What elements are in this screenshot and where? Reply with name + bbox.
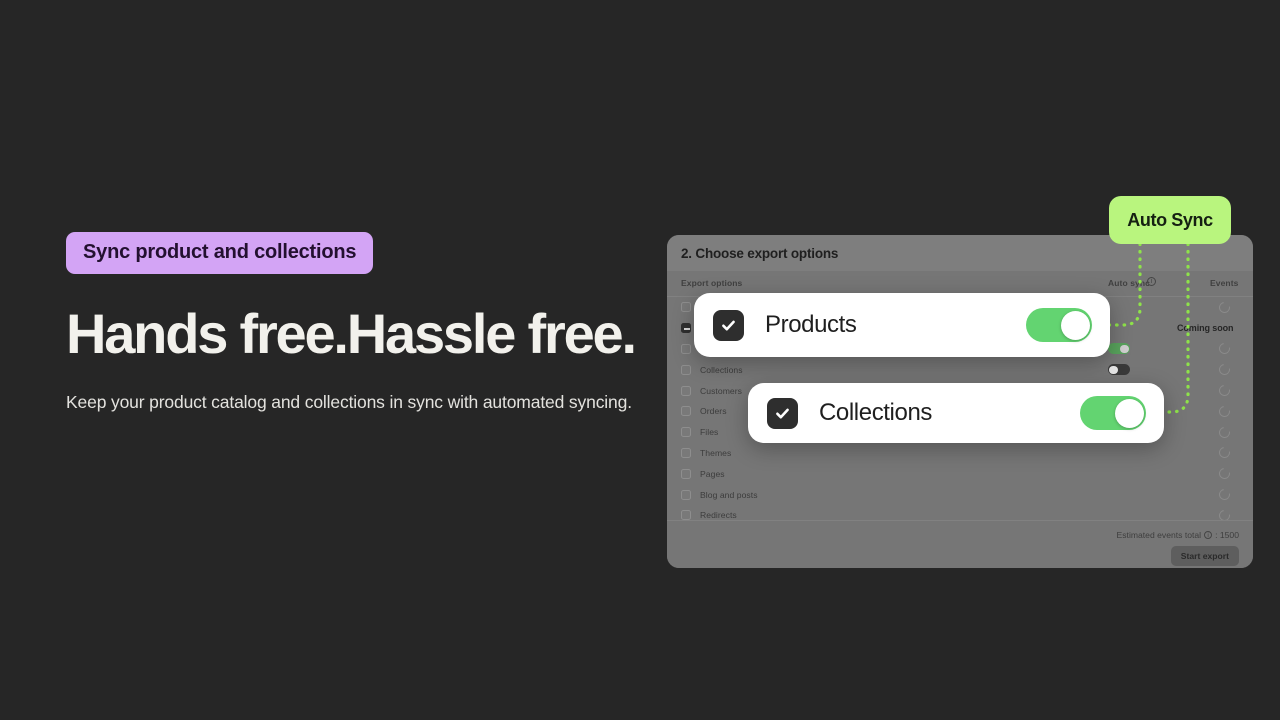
export-option-checkbox[interactable]: [681, 510, 691, 521]
check-icon: [722, 320, 735, 330]
products-card-label: Products: [765, 311, 857, 338]
export-option-checkbox[interactable]: [681, 364, 691, 375]
export-option-checkbox[interactable]: [681, 468, 691, 479]
events-spinner-icon: [1216, 403, 1233, 420]
events-spinner-icon: [1216, 466, 1233, 482]
products-auto-sync-toggle[interactable]: [1026, 308, 1092, 342]
auto-sync-badge: Auto Sync: [1109, 196, 1231, 244]
start-export-button[interactable]: Start export: [1170, 546, 1239, 566]
column-header-events: Events: [1210, 278, 1239, 288]
info-icon-estimated[interactable]: i: [1204, 531, 1213, 539]
toggle-knob: [1120, 344, 1129, 354]
export-option-checkbox[interactable]: [681, 385, 691, 396]
export-option-label: Themes: [700, 447, 732, 458]
export-option-checkbox[interactable]: [681, 323, 691, 334]
coming-soon-label: Coming soon: [1177, 323, 1234, 334]
collections-auto-sync-toggle[interactable]: [1080, 396, 1146, 430]
export-option-row[interactable]: Themes: [667, 443, 1253, 464]
export-option-checkbox[interactable]: [681, 489, 691, 500]
export-option-label: Blog and posts: [700, 489, 758, 500]
column-header-auto-sync: Auto sync: [1108, 278, 1150, 288]
events-spinner-icon: [1216, 362, 1233, 378]
export-option-label: Customers: [700, 385, 742, 396]
export-option-row[interactable]: Pages: [667, 463, 1253, 484]
export-option-checkbox[interactable]: [681, 302, 691, 313]
collections-checkbox[interactable]: [767, 397, 798, 429]
export-option-checkbox[interactable]: [681, 343, 691, 354]
toggle-knob: [1114, 398, 1144, 428]
events-spinner-icon: [1216, 486, 1233, 503]
export-option-label: Collections: [700, 364, 743, 375]
events-spinner-icon: [1216, 445, 1233, 461]
export-option-checkbox[interactable]: [681, 427, 691, 438]
check-icon: [776, 408, 789, 418]
products-checkbox[interactable]: [713, 309, 744, 341]
panel-footer: Estimated events total i : 1500 Start ex…: [667, 520, 1253, 568]
toggle-knob: [1060, 310, 1090, 340]
export-option-auto-sync-toggle[interactable]: [1108, 343, 1130, 355]
page-title: Hands free.Hassle free.: [66, 302, 637, 365]
eyebrow-badge: Sync product and collections: [66, 232, 374, 274]
export-option-label: Redirects: [700, 510, 737, 521]
collections-card[interactable]: Collections: [748, 383, 1164, 443]
export-option-label: Orders: [700, 406, 727, 417]
hero-subhead: Keep your product catalog and collection…: [66, 392, 632, 413]
estimated-events-label: Estimated events total: [1116, 530, 1202, 540]
events-spinner-icon: [1216, 299, 1233, 316]
export-option-label: Files: [700, 427, 719, 438]
events-spinner-icon: [1216, 382, 1233, 399]
export-option-checkbox[interactable]: [681, 406, 691, 417]
panel-title: 2. Choose export options: [681, 245, 839, 261]
export-option-auto-sync-toggle[interactable]: [1108, 364, 1130, 376]
export-option-row[interactable]: Collections: [667, 359, 1253, 380]
export-option-checkbox[interactable]: [681, 447, 691, 458]
export-option-row[interactable]: Blog and posts: [667, 484, 1253, 505]
hero-copy: Sync product and collections Hands free.…: [66, 232, 666, 413]
events-spinner-icon: [1216, 341, 1233, 357]
auto-sync-badge-label: Auto Sync: [1127, 209, 1213, 230]
column-header-export-options: Export options: [681, 278, 743, 288]
estimated-events-total: Estimated events total i : 1500: [1117, 530, 1239, 540]
events-spinner-icon: [1216, 424, 1233, 440]
collections-card-label: Collections: [819, 399, 932, 426]
estimated-events-value: : 1500: [1215, 530, 1239, 540]
info-icon[interactable]: i: [1147, 277, 1156, 286]
export-option-label: Pages: [700, 468, 725, 479]
products-card[interactable]: Products: [694, 293, 1110, 357]
toggle-knob: [1109, 365, 1118, 374]
